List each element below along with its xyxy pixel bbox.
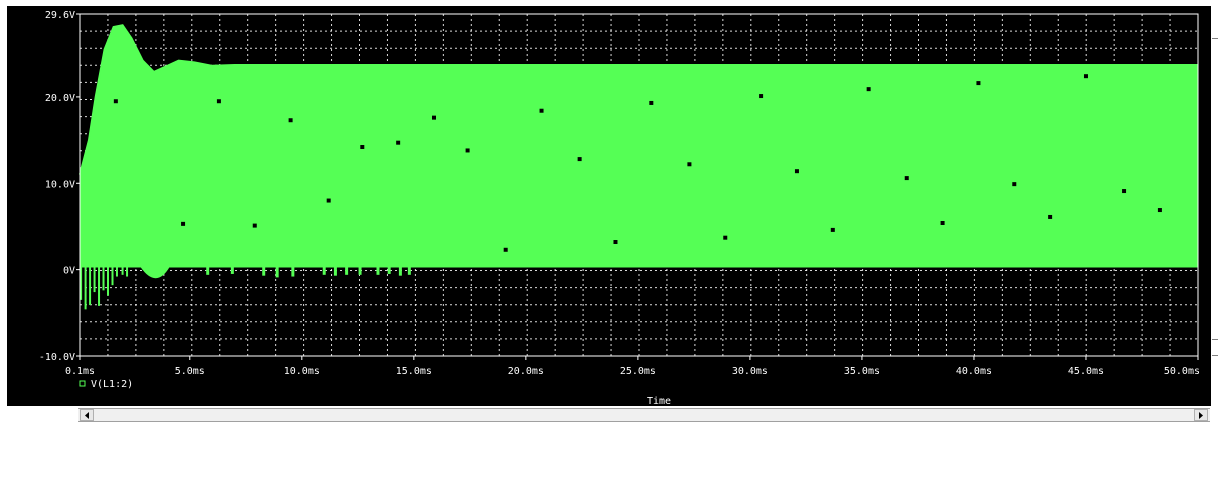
data-marker [539,108,544,113]
x-tick-label: 5.0ms [175,366,205,377]
data-marker [976,81,981,86]
data-marker [613,240,618,244]
data-marker [577,157,582,162]
edge-tick [1212,38,1218,39]
left-arrow-icon [85,412,89,419]
legend-marker [79,380,86,387]
data-marker [687,162,692,167]
data-marker [866,87,871,92]
data-marker [396,140,401,145]
data-marker [940,221,945,225]
data-marker [649,100,654,105]
data-marker [431,115,436,120]
data-marker [360,145,365,149]
data-marker [904,176,909,181]
edge-tick [1212,355,1218,356]
data-marker [252,223,257,228]
legend-label: V(L1:2) [91,379,133,390]
y-tick-label: 20.0V [45,93,75,104]
data-marker [465,148,470,153]
data-marker [723,235,728,240]
y-tick-label: 29.6V [45,10,75,21]
x-tick-label: 15.0ms [396,366,432,377]
x-axis-label: Time [647,396,671,406]
x-tick-label: 40.0ms [956,366,992,377]
probe-plot-window: 29.6V 20.0V 10.0V 0V -10.0V 0.1ms 5.0ms 10.0ms 1… [7,6,1211,406]
data-marker [1157,208,1162,213]
scroll-left-button[interactable] [80,409,94,421]
data-marker [181,221,186,226]
y-tick-label: 10.0V [45,179,75,190]
data-marker [794,169,799,174]
horizontal-scrollbar[interactable] [78,408,1210,422]
y-tick-label: 0V [63,266,75,277]
edge-tick [1212,339,1218,340]
data-marker [1012,182,1017,187]
x-tick-label: 20.0ms [508,366,544,377]
data-marker [1122,189,1127,194]
window-edge [1211,6,1218,422]
data-marker [1083,74,1088,79]
data-marker [326,198,331,203]
x-tick-label: 10.0ms [284,366,320,377]
data-marker [216,99,221,104]
scroll-right-button[interactable] [1194,409,1208,421]
data-marker [1048,214,1053,219]
x-tick-label: 50.0ms [1164,366,1200,377]
data-marker [503,247,508,252]
data-marker [759,94,764,99]
x-tick-label: 35.0ms [844,366,880,377]
data-marker [113,99,118,104]
y-tick-label: -10.0V [39,352,75,363]
right-arrow-icon [1199,412,1203,419]
waveform-chart: 29.6V 20.0V 10.0V 0V -10.0V 0.1ms 5.0ms 10.0ms 1… [39,10,1200,406]
data-marker [288,118,293,123]
x-tick-label: 0.1ms [65,366,95,377]
x-tick-label: 30.0ms [732,366,768,377]
signal-band [79,24,1199,268]
transient-dip [140,267,170,279]
x-tick-label: 25.0ms [620,366,656,377]
data-marker [830,227,835,232]
x-tick-label: 45.0ms [1068,366,1104,377]
